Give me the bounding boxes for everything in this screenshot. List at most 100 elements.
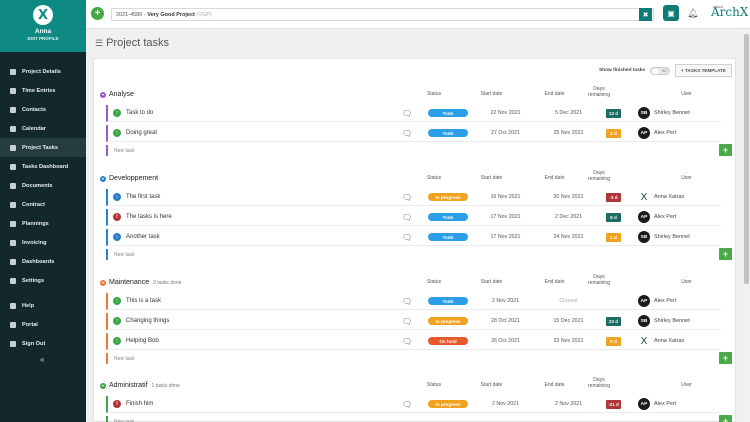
- sidebar-item-project-details[interactable]: Project Details: [0, 62, 86, 81]
- logo-icon[interactable]: X: [33, 5, 53, 25]
- sidebar-item-tasks-dashboard[interactable]: Tasks Dashboard: [0, 157, 86, 176]
- chevron-down-icon[interactable]: ▾: [100, 382, 106, 389]
- start-date[interactable]: 2 Nov 2021: [483, 298, 528, 304]
- chevron-down-icon[interactable]: ▾: [100, 279, 106, 286]
- status-badge[interactable]: Todo: [428, 109, 468, 117]
- end-date[interactable]: 24 Nov 2021: [546, 234, 591, 240]
- sidebar-item-settings[interactable]: Settings: [0, 271, 86, 290]
- sidebar-item-documents[interactable]: Documents: [0, 176, 86, 195]
- new-task-row[interactable]: New task: [106, 416, 721, 422]
- chevron-down-icon[interactable]: ▾: [100, 175, 106, 182]
- comment-icon[interactable]: 🗨︎: [402, 233, 413, 242]
- start-date[interactable]: 16 Nov 2021: [483, 194, 528, 200]
- sidebar-item-time-entries[interactable]: Time Entries: [0, 81, 86, 100]
- status-badge[interactable]: Todo: [428, 233, 468, 241]
- new-task-row[interactable]: New task: [106, 249, 721, 260]
- clear-project-button[interactable]: ✖: [639, 8, 652, 21]
- user-name[interactable]: Shirley Bennet: [654, 318, 690, 324]
- user-name[interactable]: Alex Pert: [654, 130, 676, 136]
- task-row[interactable]: ↑ Changing things 🗨︎ In progress 28 Oct 2021…: [106, 313, 721, 330]
- comment-icon[interactable]: 🗨︎: [402, 213, 413, 222]
- scrollbar-thumb[interactable]: [744, 34, 749, 284]
- add-task-button[interactable]: +: [719, 248, 732, 260]
- start-date[interactable]: 17 Nov 2021: [483, 234, 528, 240]
- sidebar-item-plannings[interactable]: Plannings: [0, 214, 86, 233]
- start-date[interactable]: 28 Oct 2021: [483, 318, 528, 324]
- new-task-input[interactable]: New task: [114, 419, 135, 422]
- end-date[interactable]: 15 Dec 2021: [546, 318, 591, 324]
- task-row[interactable]: ↓ The first task 🗨︎ In progress 16 Nov 2021 2…: [106, 189, 721, 206]
- comment-icon[interactable]: 🗨︎: [402, 193, 413, 202]
- task-name[interactable]: Changing things: [126, 318, 396, 324]
- end-date[interactable]: 2 Dec 2021: [546, 214, 591, 220]
- end-date[interactable]: 23 Nov 2021: [546, 338, 591, 344]
- tasks-template-button[interactable]: + TASKS TEMPLATE: [675, 64, 732, 77]
- status-badge[interactable]: On hold: [428, 337, 468, 345]
- chevron-down-icon[interactable]: ▾: [100, 91, 106, 98]
- new-task-input[interactable]: New task: [114, 252, 135, 258]
- task-name[interactable]: Doing great: [126, 130, 396, 136]
- new-task-row[interactable]: New task: [106, 353, 721, 364]
- comment-icon[interactable]: 🗨︎: [402, 337, 413, 346]
- end-date[interactable]: Choose: [546, 298, 591, 304]
- task-name[interactable]: This is a task: [126, 298, 396, 304]
- status-badge[interactable]: Todo: [428, 129, 468, 137]
- end-date[interactable]: 20 Nov 2021: [546, 194, 591, 200]
- end-date[interactable]: 5 Dec 2021: [546, 110, 591, 116]
- start-date[interactable]: 22 Nov 2021: [483, 110, 528, 116]
- sidebar-item-invoicing[interactable]: Invoicing: [0, 233, 86, 252]
- user-name[interactable]: Shirley Bennet: [654, 110, 690, 116]
- status-badge[interactable]: Todo: [428, 297, 468, 305]
- user-name[interactable]: Anna Xatrax: [654, 338, 684, 344]
- start-date[interactable]: 27 Oct 2021: [483, 130, 528, 136]
- start-date[interactable]: 17 Nov 2021: [483, 214, 528, 220]
- start-date[interactable]: 2 Nov 2021: [483, 401, 528, 407]
- task-row[interactable]: ↑ This is a task 🗨︎ Todo 2 Nov 2021 Choose AP A…: [106, 293, 721, 310]
- add-button[interactable]: +: [91, 7, 104, 20]
- end-date[interactable]: 2 Nov 2021: [546, 401, 591, 407]
- task-row[interactable]: ! The tasks is here 🗨︎ Todo 17 Nov 2021 2 Dec…: [106, 209, 721, 226]
- add-task-button[interactable]: +: [719, 352, 732, 364]
- new-task-input[interactable]: New task: [114, 356, 135, 362]
- sidebar-item-project-tasks[interactable]: Project Tasks: [0, 138, 86, 157]
- task-row[interactable]: ↑ Task to do 🗨︎ Todo 22 Nov 2021 5 Dec 2021 12…: [106, 105, 721, 122]
- task-row[interactable]: ↓ Another task 🗨︎ Todo 17 Nov 2021 24 Nov 202…: [106, 229, 721, 246]
- comment-icon[interactable]: 🗨︎: [402, 129, 413, 138]
- new-task-input[interactable]: New task: [114, 148, 135, 154]
- status-badge[interactable]: Todo: [428, 213, 468, 221]
- sidebar-item-portal[interactable]: Portal: [0, 315, 86, 334]
- timer-button[interactable]: ▣: [663, 5, 679, 21]
- user-name[interactable]: Alex Pert: [654, 401, 676, 407]
- task-name[interactable]: Task to do: [126, 110, 396, 116]
- add-task-button[interactable]: +: [719, 415, 732, 422]
- task-row[interactable]: ! Finish him 🗨︎ In progress 2 Nov 2021 2 Nov …: [106, 396, 721, 413]
- status-badge[interactable]: In progress: [428, 400, 468, 408]
- user-name[interactable]: Alex Pert: [654, 214, 676, 220]
- comment-icon[interactable]: 🗨︎: [402, 297, 413, 306]
- add-task-button[interactable]: +: [719, 144, 732, 156]
- sidebar-item-dashboards[interactable]: Dashboards: [0, 252, 86, 271]
- sidebar-item-sign-out[interactable]: Sign Out: [0, 334, 86, 353]
- bell-icon[interactable]: 🔔︎: [687, 8, 698, 19]
- task-row[interactable]: ↑ Doing great 🗨︎ Todo 27 Oct 2021 25 Nov 2021…: [106, 125, 721, 142]
- task-name[interactable]: The first task: [126, 194, 396, 200]
- sidebar-item-contacts[interactable]: Contacts: [0, 100, 86, 119]
- comment-icon[interactable]: 🗨︎: [402, 317, 413, 326]
- sidebar-item-calendar[interactable]: Calendar: [0, 119, 86, 138]
- task-name[interactable]: Helping Bob: [126, 338, 396, 344]
- end-date[interactable]: 25 Nov 2021: [546, 130, 591, 136]
- user-name[interactable]: Shirley Bennet: [654, 234, 690, 240]
- user-name[interactable]: Alex Pert: [654, 298, 676, 304]
- task-row[interactable]: ↑ Helping Bob 🗨︎ On hold 26 Oct 2021 23 Nov 2…: [106, 333, 721, 350]
- project-select[interactable]: 2021-4586 - Very Good Project (VGP): [111, 8, 654, 21]
- start-date[interactable]: 26 Oct 2021: [483, 338, 528, 344]
- status-badge[interactable]: In progress: [428, 317, 468, 325]
- comment-icon[interactable]: 🗨︎: [402, 109, 413, 118]
- sidebar-item-help[interactable]: Help: [0, 296, 86, 315]
- collapse-sidebar-icon[interactable]: «: [40, 355, 44, 364]
- edit-profile-link[interactable]: EDIT PROFILE: [0, 36, 86, 41]
- comment-icon[interactable]: 🗨︎: [402, 400, 413, 409]
- new-task-row[interactable]: New task: [106, 145, 721, 156]
- task-name[interactable]: Another task: [126, 234, 396, 240]
- task-name[interactable]: The tasks is here: [126, 214, 396, 220]
